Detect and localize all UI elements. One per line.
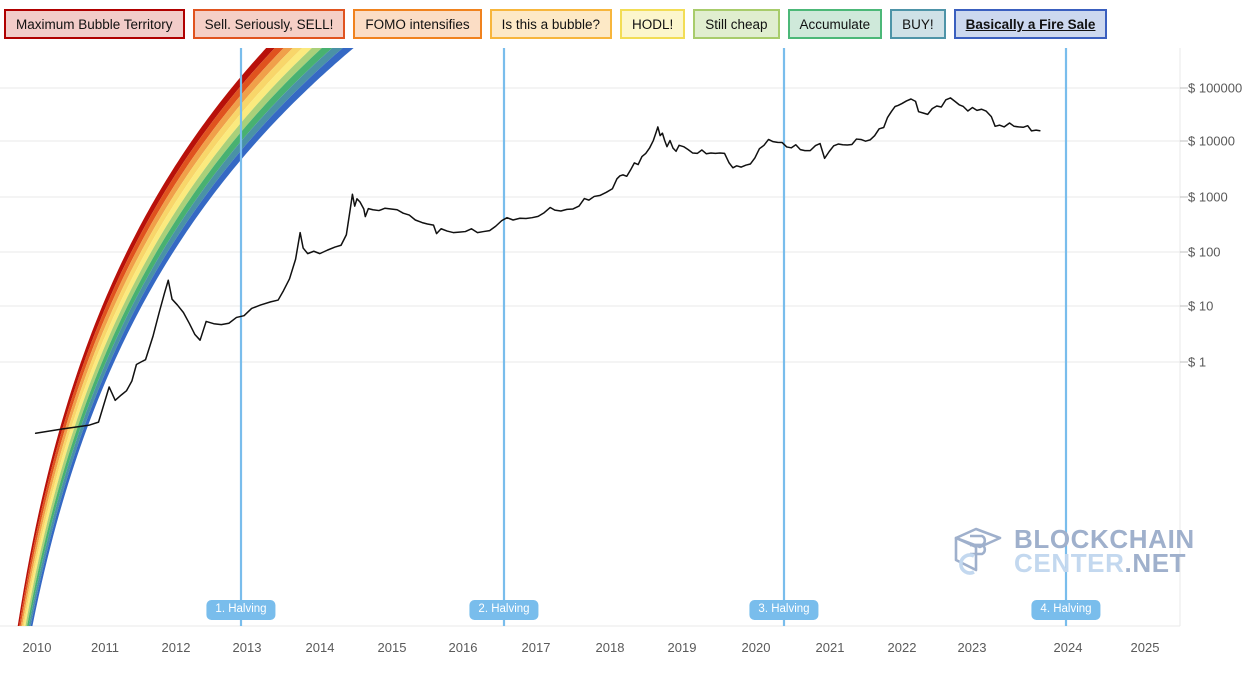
gridlines bbox=[0, 48, 1181, 627]
x-axis-label-4: 2014 bbox=[305, 640, 335, 655]
x-axis-label-0: 2010 bbox=[22, 640, 52, 655]
band-0 bbox=[17, 48, 275, 626]
x-axis-label-6: 2016 bbox=[448, 640, 478, 655]
y-axis-label-2: $ 1000 bbox=[1188, 189, 1228, 205]
legend-item-4[interactable]: HODL! bbox=[619, 9, 686, 39]
band-2 bbox=[20, 48, 293, 626]
legend-item-label: BUY! bbox=[902, 17, 934, 32]
legend-item-5[interactable]: Still cheap bbox=[693, 9, 780, 39]
legend-item-label: HODL! bbox=[631, 17, 674, 32]
bitcoin-price-path bbox=[34, 97, 1041, 435]
legend-item-label: Maximum Bubble Territory bbox=[16, 17, 173, 32]
band-8 bbox=[30, 48, 354, 626]
band-7 bbox=[28, 48, 343, 626]
x-axis-label-7: 2017 bbox=[521, 640, 551, 655]
x-axis-label-11: 2021 bbox=[815, 640, 845, 655]
x-axis-label-12: 2022 bbox=[887, 640, 917, 655]
halving-marker-label: 2. Halving bbox=[478, 603, 530, 615]
band-4 bbox=[23, 48, 312, 626]
legend-item-0[interactable]: Maximum Bubble Territory bbox=[4, 9, 185, 39]
halving-marker-2[interactable]: 2. Halving bbox=[469, 600, 539, 620]
halving-lines bbox=[239, 48, 1068, 626]
band-6 bbox=[27, 48, 333, 626]
chart-svg bbox=[0, 48, 1188, 627]
legend-item-label: Still cheap bbox=[705, 17, 768, 32]
x-axis-label-9: 2019 bbox=[667, 640, 697, 655]
legend-item-8[interactable]: Basically a Fire Sale bbox=[953, 9, 1108, 39]
y-axis-label-3: $ 100 bbox=[1188, 244, 1221, 260]
halving-marker-1[interactable]: 1. Halving bbox=[206, 600, 276, 620]
rainbow-bands bbox=[17, 48, 354, 626]
x-axis-label-14: 2024 bbox=[1053, 640, 1083, 655]
x-axis-label-3: 2013 bbox=[232, 640, 262, 655]
y-axis-label-0: $ 100000 bbox=[1188, 80, 1243, 96]
y-axis-label-1: $ 10000 bbox=[1188, 133, 1235, 149]
legend-item-label: Accumulate bbox=[799, 17, 871, 32]
x-axis-label-2: 2012 bbox=[161, 640, 191, 655]
legend-item-label: FOMO intensifies bbox=[365, 17, 470, 32]
x-axis-label-15: 2025 bbox=[1130, 640, 1160, 655]
band-5 bbox=[25, 48, 322, 626]
legend-item-3[interactable]: Is this a bubble? bbox=[489, 9, 612, 39]
y-axis-label-4: $ 10 bbox=[1188, 298, 1214, 314]
legend-item-1[interactable]: Sell. Seriously, SELL! bbox=[192, 9, 346, 39]
x-axis-label-8: 2018 bbox=[595, 640, 625, 655]
x-axis-label-13: 2023 bbox=[957, 640, 987, 655]
halving-marker-3[interactable]: 3. Halving bbox=[749, 600, 819, 620]
halving-marker-4[interactable]: 4. Halving bbox=[1031, 600, 1101, 620]
band-3 bbox=[22, 48, 303, 626]
y-tick-marks bbox=[1180, 87, 1188, 363]
x-axis-label-1: 2011 bbox=[91, 640, 119, 655]
halving-marker-label: 1. Halving bbox=[215, 603, 267, 615]
legend-item-2[interactable]: FOMO intensifies bbox=[353, 9, 482, 39]
band-1 bbox=[19, 48, 284, 626]
legend-item-7[interactable]: BUY! bbox=[890, 9, 946, 39]
y-axis-label-5: $ 1 bbox=[1188, 354, 1207, 370]
band-legend: Maximum Bubble Territory Sell. Seriously,… bbox=[0, 0, 1246, 48]
price-line bbox=[34, 97, 1041, 435]
x-axis-label-5: 2015 bbox=[377, 640, 407, 655]
halving-marker-label: 3. Halving bbox=[758, 603, 810, 615]
rainbow-chart-plot bbox=[0, 48, 1246, 673]
legend-item-6[interactable]: Accumulate bbox=[787, 9, 883, 39]
legend-item-label: Basically a Fire Sale bbox=[965, 17, 1096, 32]
legend-item-label: Sell. Seriously, SELL! bbox=[204, 17, 334, 32]
legend-item-label: Is this a bubble? bbox=[501, 17, 600, 32]
halving-marker-label: 4. Halving bbox=[1040, 603, 1092, 615]
x-axis-label-10: 2020 bbox=[741, 640, 771, 655]
